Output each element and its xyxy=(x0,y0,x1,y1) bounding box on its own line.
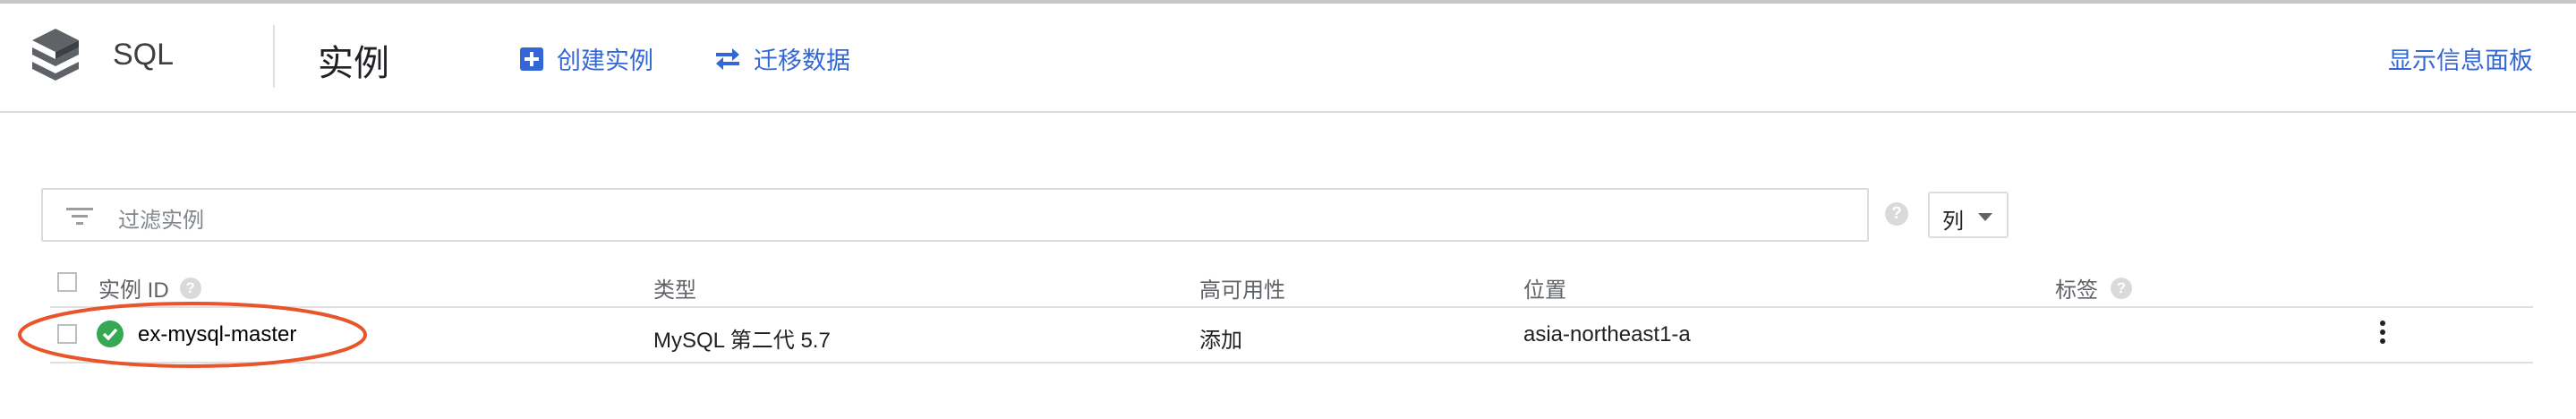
show-info-panel-button[interactable]: 显示信息面板 xyxy=(2388,41,2533,76)
migrate-data-label: 迁移数据 xyxy=(754,47,850,74)
column-location[interactable]: 位置 xyxy=(1523,272,1566,304)
show-info-panel-label: 显示信息面板 xyxy=(2388,47,2533,74)
create-instance-button[interactable]: 创建实例 xyxy=(519,41,653,76)
columns-dropdown[interactable]: 列 xyxy=(1928,192,2009,238)
page-header: SQL 实例 创建实例 迁移数据 显示信息面板 xyxy=(0,4,2576,113)
filter-help-icon[interactable]: ? xyxy=(1885,202,1908,226)
add-box-icon xyxy=(520,47,543,71)
column-type[interactable]: 类型 xyxy=(653,272,696,304)
migrate-data-button[interactable]: 迁移数据 xyxy=(714,41,850,76)
chevron-down-icon xyxy=(1978,213,1992,221)
column-high-availability[interactable]: 高可用性 xyxy=(1199,272,1285,304)
help-icon[interactable]: ? xyxy=(2111,277,2132,299)
column-labels[interactable]: 标签 ? xyxy=(2055,272,2132,304)
table-header: 实例 ID ? 类型 高可用性 位置 标签 ? xyxy=(50,263,2533,308)
filter-input[interactable]: 过滤实例 xyxy=(41,188,1869,242)
sql-logo-icon xyxy=(32,29,79,81)
high-availability-add[interactable]: 添加 xyxy=(1199,322,1242,354)
swap-arrows-icon xyxy=(716,47,739,70)
instance-location: asia-northeast1-a xyxy=(1523,322,1691,346)
create-instance-label: 创建实例 xyxy=(557,47,653,74)
product-name: SQL xyxy=(113,38,175,72)
page-title: 实例 xyxy=(318,44,389,83)
filter-placeholder: 过滤实例 xyxy=(118,209,204,233)
column-location-label: 位置 xyxy=(1523,278,1566,303)
table-row[interactable]: ex-mysql-master MySQL 第二代 5.7 添加 asia-no… xyxy=(50,308,2533,363)
help-icon[interactable]: ? xyxy=(179,277,201,299)
header-divider xyxy=(273,25,275,88)
filter-list-icon xyxy=(66,208,93,225)
column-type-label: 类型 xyxy=(653,278,696,303)
more-vert-icon[interactable] xyxy=(2374,317,2392,353)
columns-label: 列 xyxy=(1942,210,1964,234)
column-labels-label: 标签 xyxy=(2055,278,2098,303)
annotation-ellipse xyxy=(18,302,367,368)
instance-type: MySQL 第二代 5.7 xyxy=(653,329,831,353)
select-all-checkbox[interactable] xyxy=(57,272,77,292)
column-high-availability-label: 高可用性 xyxy=(1199,278,1285,303)
